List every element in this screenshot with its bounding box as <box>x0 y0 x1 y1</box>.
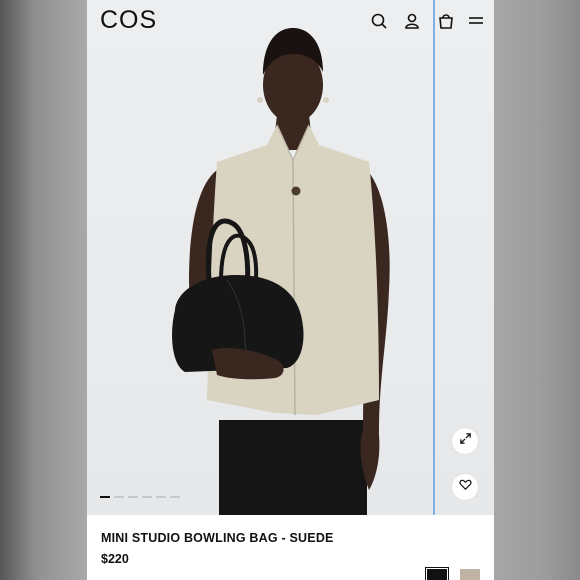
product-title: MINI STUDIO BOWLING BAG - SUEDE <box>101 531 334 545</box>
background-right <box>494 0 580 580</box>
expand-icon <box>459 432 472 450</box>
search-icon[interactable] <box>370 12 388 30</box>
site-header: COS <box>87 0 494 42</box>
product-price: $220 <box>101 552 129 566</box>
color-swatch-beige[interactable] <box>460 569 480 580</box>
bag-icon[interactable] <box>437 12 455 30</box>
cos-logo[interactable]: COS <box>100 6 157 35</box>
pagination-dot[interactable] <box>142 496 152 498</box>
expand-image-button[interactable] <box>452 428 478 454</box>
wishlist-button[interactable] <box>452 474 478 500</box>
product-image-gallery[interactable]: COS <box>87 0 494 515</box>
layout-guide-line <box>433 0 435 515</box>
pagination-dot[interactable] <box>114 496 124 498</box>
pagination-dot[interactable] <box>128 496 138 498</box>
menu-icon[interactable] <box>467 12 485 30</box>
background-left <box>0 0 87 580</box>
pagination-dot[interactable] <box>156 496 166 498</box>
pagination-dot[interactable] <box>100 496 110 498</box>
account-icon[interactable] <box>403 12 421 30</box>
pagination-dot[interactable] <box>170 496 180 498</box>
mobile-screen: COS MINI STUDIO BOWLING BAG - SUEDE $220 <box>87 0 494 580</box>
heart-icon <box>458 478 472 496</box>
product-photo <box>172 28 390 515</box>
gallery-pagination <box>100 496 180 498</box>
color-swatch-black[interactable] <box>425 567 449 580</box>
